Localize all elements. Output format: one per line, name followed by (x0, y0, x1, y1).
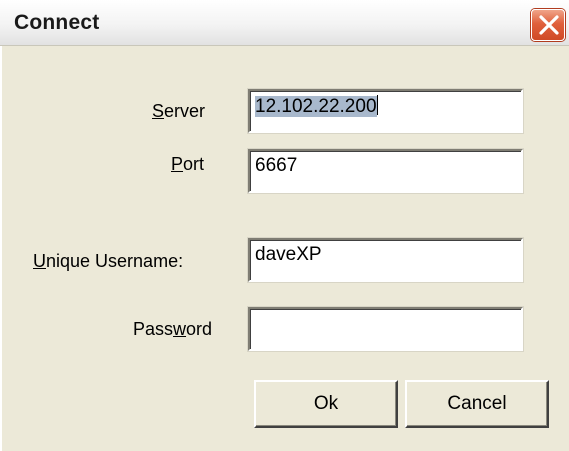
username-label: Unique Username: (33, 251, 184, 271)
server-label: Server (152, 101, 206, 121)
port-label: Port (171, 154, 205, 174)
dialog-title: Connect (14, 11, 100, 34)
close-icon (539, 15, 559, 35)
ok-button[interactable]: Ok (254, 380, 398, 428)
title-bar[interactable]: Connect (0, 0, 569, 46)
server-input[interactable]: 12.102.22.200 (247, 88, 524, 134)
username-value: daveXP (255, 244, 322, 265)
port-value: 6667 (255, 155, 298, 176)
cancel-button[interactable]: Cancel (405, 380, 549, 428)
password-input[interactable] (247, 306, 524, 352)
window-border (0, 46, 2, 451)
server-value: 12.102.22.200 (255, 96, 377, 117)
text-caret (376, 95, 378, 115)
password-label: Password (133, 319, 213, 339)
port-input[interactable]: 6667 (247, 148, 524, 194)
close-button[interactable] (531, 9, 565, 41)
username-input[interactable]: daveXP (247, 237, 524, 283)
connect-dialog: Connect Server 12.102.22.200 Port 6667 U… (0, 0, 569, 451)
